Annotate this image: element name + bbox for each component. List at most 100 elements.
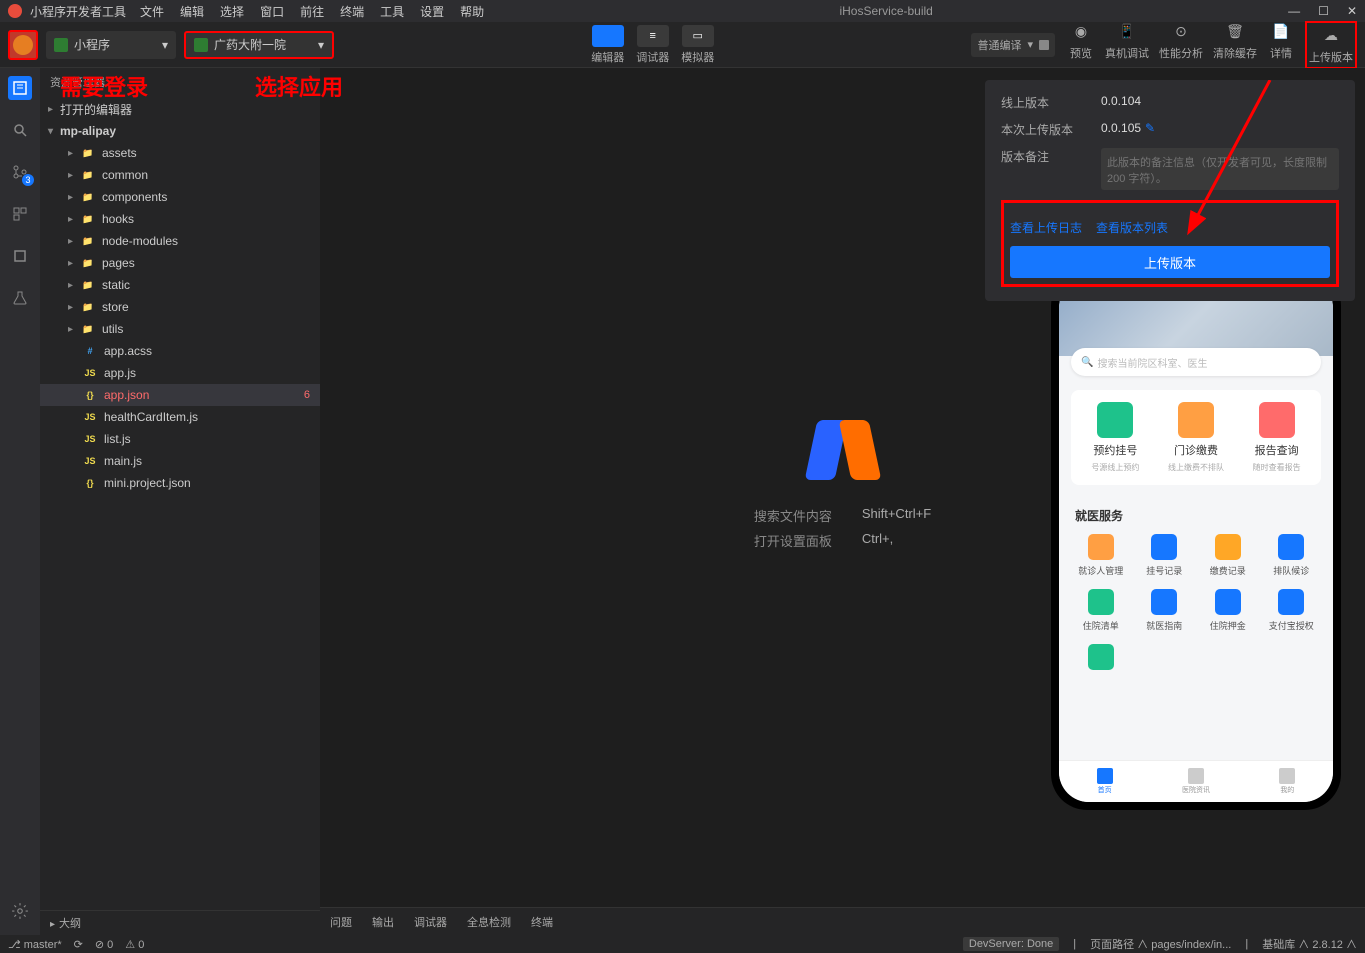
folder-row[interactable]: ▸📁components — [40, 186, 320, 208]
file-row[interactable]: JSapp.js — [40, 362, 320, 384]
source-control-icon[interactable]: 3 — [8, 160, 32, 184]
view-tab[interactable]: ≡调试器 — [636, 25, 669, 65]
sim-big-item[interactable]: 预约挂号号源线上预约 — [1091, 402, 1139, 473]
view-log-link[interactable]: 查看上传日志 — [1010, 219, 1082, 236]
sim-grid-item[interactable]: 挂号记录 — [1135, 534, 1195, 577]
page-route[interactable]: 页面路径 ∧ pages/index/in... — [1090, 936, 1231, 952]
toolbar-action[interactable]: ⊙性能分析 — [1159, 21, 1203, 69]
compile-mode-dropdown[interactable]: 普通编译 ▾ — [971, 33, 1055, 57]
menu-item[interactable]: 工具 — [380, 3, 404, 20]
sim-grid-item[interactable]: 住院清单 — [1071, 589, 1131, 632]
toolbar-action[interactable]: 🗑清除缓存 — [1213, 21, 1257, 69]
outline-header[interactable]: ▸大纲 — [40, 910, 320, 935]
app-type-dropdown[interactable]: 小程序 ▾ — [46, 31, 176, 59]
panel-tab[interactable]: 全息检测 — [467, 914, 511, 930]
sim-big-title: 报告查询 — [1255, 442, 1299, 458]
sim-grid-item[interactable]: 支付宝授权 — [1262, 589, 1322, 632]
folder-row[interactable]: ▸📁utils — [40, 318, 320, 340]
menu-item[interactable]: 前往 — [300, 3, 324, 20]
file-row[interactable]: JShealthCardItem.js — [40, 406, 320, 428]
folder-row[interactable]: ▸📁common — [40, 164, 320, 186]
sync-icon[interactable]: ⟳ — [74, 938, 83, 951]
sim-big-sub: 线上缴费不排队 — [1168, 462, 1224, 473]
online-version-label: 线上版本 — [1001, 94, 1101, 111]
toolbar-action[interactable]: 📱真机调试 — [1105, 21, 1149, 69]
menu-item[interactable]: 设置 — [420, 3, 444, 20]
toolbar-action[interactable]: 📄详情 — [1267, 21, 1295, 69]
file-icon: # — [82, 343, 98, 359]
toolbar-action[interactable]: ☁上传版本 — [1309, 25, 1353, 65]
toolbar-action-label: 预览 — [1070, 45, 1092, 61]
sim-grid-item[interactable]: 缴费记录 — [1198, 534, 1258, 577]
maximize-button[interactable]: ☐ — [1318, 4, 1329, 18]
explorer-icon[interactable] — [8, 76, 32, 100]
folder-row[interactable]: ▸📁node-modules — [40, 230, 320, 252]
sim-grid-label: 缴费记录 — [1210, 564, 1246, 577]
panel-tab[interactable]: 终端 — [531, 914, 553, 930]
folder-name: static — [102, 278, 130, 292]
folder-row[interactable]: ▸📁assets — [40, 142, 320, 164]
sim-grid-item[interactable]: 就诊人管理 — [1071, 534, 1131, 577]
file-row[interactable]: {}mini.project.json — [40, 472, 320, 494]
devserver-status[interactable]: DevServer: Done — [963, 937, 1059, 951]
minimize-button[interactable]: — — [1288, 4, 1300, 18]
folder-row[interactable]: ▸📁static — [40, 274, 320, 296]
file-row[interactable]: #app.acss — [40, 340, 320, 362]
file-row[interactable]: JSlist.js — [40, 428, 320, 450]
view-list-link[interactable]: 查看版本列表 — [1096, 219, 1168, 236]
sim-tab[interactable]: 医院资讯 — [1150, 761, 1241, 802]
sim-tab[interactable]: 首页 — [1059, 761, 1150, 802]
sim-search-bar[interactable]: 🔍搜索当前院区科室、医生 — [1071, 348, 1321, 376]
app-select-dropdown[interactable]: 广药大附一院 ▾ — [184, 31, 334, 59]
upload-button[interactable]: 上传版本 — [1010, 246, 1330, 278]
sim-big-item[interactable]: 报告查询随时查看报告 — [1253, 402, 1301, 473]
panel-tab[interactable]: 问题 — [330, 914, 352, 930]
edit-version-icon[interactable]: ✎ — [1145, 121, 1155, 138]
search-icon: 🔍 — [1081, 357, 1093, 368]
folder-icon: 📁 — [80, 189, 96, 205]
note-textarea[interactable] — [1101, 148, 1339, 190]
root-folder[interactable]: ▾mp-alipay — [40, 120, 320, 142]
sim-grid-icon — [1151, 589, 1177, 615]
error-count[interactable]: ⊘ 0 — [95, 938, 113, 951]
sim-grid-item[interactable]: 住院押金 — [1198, 589, 1258, 632]
file-row[interactable]: {}app.json6 — [40, 384, 320, 406]
view-tab-label: 调试器 — [636, 49, 669, 65]
sim-section-title: 就医服务 — [1075, 507, 1317, 524]
close-button[interactable]: ✕ — [1347, 4, 1357, 18]
panel-tab[interactable]: 调试器 — [414, 914, 447, 930]
online-version-value: 0.0.104 — [1101, 94, 1141, 111]
sim-grid-item[interactable]: 就医指南 — [1135, 589, 1195, 632]
search-icon[interactable] — [8, 118, 32, 142]
sim-big-item[interactable]: 门诊缴费线上缴费不排队 — [1168, 402, 1224, 473]
base-lib[interactable]: 基础库 ∧ 2.8.12 ∧ — [1262, 936, 1357, 952]
sim-grid-label: 支付宝授权 — [1269, 619, 1314, 632]
sim-grid-item[interactable] — [1071, 644, 1131, 674]
panel-tab[interactable]: 输出 — [372, 914, 394, 930]
menu-item[interactable]: 编辑 — [180, 3, 204, 20]
warning-count[interactable]: ⚠ 0 — [125, 938, 144, 951]
npm-icon[interactable] — [8, 244, 32, 268]
menu-item[interactable]: 文件 — [140, 3, 164, 20]
sim-tab[interactable]: 我的 — [1242, 761, 1333, 802]
extensions-icon[interactable] — [8, 202, 32, 226]
menu-item[interactable]: 选择 — [220, 3, 244, 20]
settings-icon[interactable] — [8, 899, 32, 923]
git-branch[interactable]: ⎇ master* — [8, 938, 62, 951]
folder-row[interactable]: ▸📁hooks — [40, 208, 320, 230]
login-avatar[interactable] — [8, 30, 38, 60]
view-tab[interactable]: 编辑器 — [591, 25, 624, 65]
flask-icon[interactable] — [8, 286, 32, 310]
folder-row[interactable]: ▸📁pages — [40, 252, 320, 274]
file-row[interactable]: JSmain.js — [40, 450, 320, 472]
menu-item[interactable]: 窗口 — [260, 3, 284, 20]
chevron-right-icon: ▸ — [68, 324, 80, 335]
sim-grid-item[interactable]: 排队候诊 — [1262, 534, 1322, 577]
view-tab[interactable]: ▭模拟器 — [681, 25, 714, 65]
menu-item[interactable]: 终端 — [340, 3, 364, 20]
open-editors-header[interactable]: ▸打开的编辑器 — [40, 98, 320, 120]
toolbar-action[interactable]: ◉预览 — [1067, 21, 1095, 69]
menu-item[interactable]: 帮助 — [460, 3, 484, 20]
file-icon: JS — [82, 365, 98, 381]
folder-row[interactable]: ▸📁store — [40, 296, 320, 318]
